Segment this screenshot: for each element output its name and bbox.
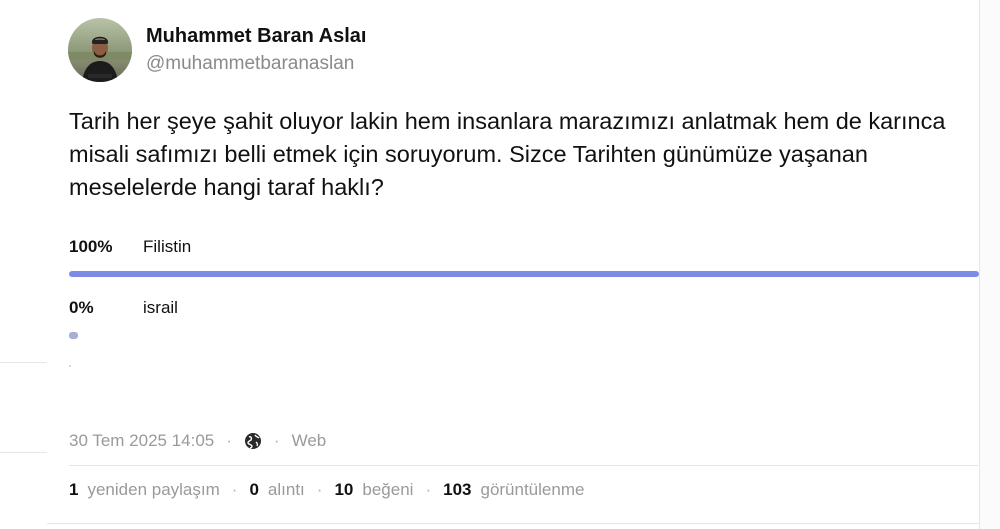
meta-separator: · (273, 431, 280, 450)
left-divider (0, 362, 47, 363)
author-names: Muhammet Baran Aslaı @muhammetbaranaslan (146, 24, 366, 76)
quote-label[interactable]: alıntı (268, 480, 305, 500)
quote-count[interactable]: 0 (249, 480, 258, 500)
post-source: Web (291, 431, 327, 450)
poll-option-percent: 0% (69, 298, 94, 317)
view-label: görüntülenme (480, 480, 585, 499)
poll-option-bar (69, 332, 78, 339)
globe-icon (244, 432, 262, 450)
avatar-image (68, 18, 132, 82)
meta-separator: · (226, 431, 232, 450)
left-divider (0, 452, 47, 453)
meta-divider (69, 465, 978, 466)
view-count: 103 (443, 480, 472, 499)
poll-option-label: Filistin (143, 237, 192, 256)
poll-option-percent: 100% (69, 237, 113, 256)
repost-label[interactable]: yeniden paylaşım (87, 480, 219, 500)
post-header: Muhammet Baran Aslaı @muhammetbaranaslan (68, 18, 366, 82)
poll-option-track (69, 271, 979, 277)
author-display-name[interactable]: Muhammet Baran Aslaı (146, 24, 366, 48)
stats-separator: · (425, 480, 432, 499)
stray-mark (69, 365, 71, 367)
post-date[interactable]: 30 Tem 2025 14:05 (69, 431, 214, 451)
poll-option-bar (69, 271, 979, 277)
poll-option-label: israil (143, 298, 178, 317)
bottom-divider (47, 523, 980, 524)
post-page: Muhammet Baran Aslaı @muhammetbaranaslan… (0, 0, 1000, 529)
post-stats: 1 yeniden paylaşım · 0 alıntı · 10 beğen… (69, 480, 584, 500)
repost-count[interactable]: 1 (69, 480, 78, 500)
poll-option: 0% israil (69, 297, 979, 339)
stats-separator: · (316, 480, 323, 499)
like-count[interactable]: 10 (334, 480, 353, 500)
right-panel-edge (979, 0, 1000, 529)
avatar[interactable] (68, 18, 132, 82)
poll-option: 100% Filistin (69, 236, 979, 277)
stats-separator: · (231, 480, 238, 499)
author-handle[interactable]: @muhammetbaranaslan (146, 52, 366, 76)
post-meta: 30 Tem 2025 14:05 · · Web (69, 431, 326, 451)
poll-option-track (69, 332, 979, 339)
post-text: Tarih her şeye şahit oluyor lakin hem in… (69, 108, 946, 200)
like-label[interactable]: beğeni (362, 480, 413, 500)
